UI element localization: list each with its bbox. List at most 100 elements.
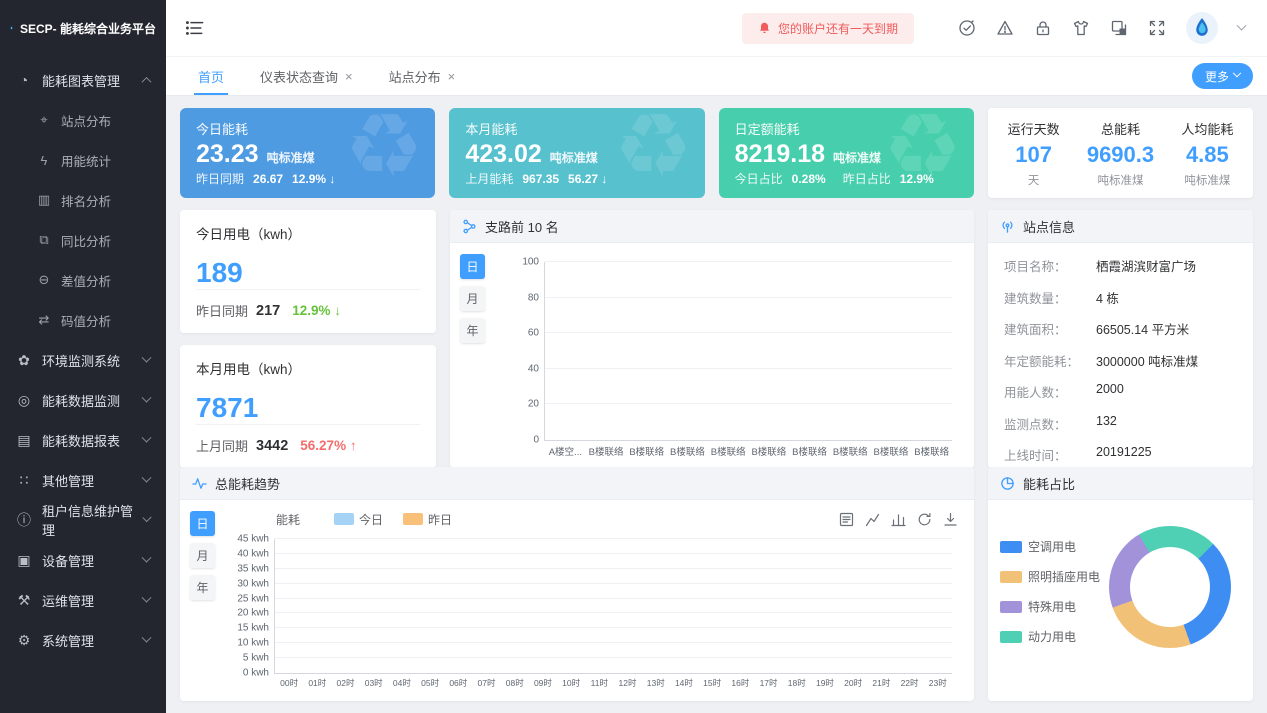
sidebar-subitem[interactable]: ⌖站点分布	[0, 100, 166, 140]
month-energy-card: ♻ 本月能耗 423.02 吨标准煤 上月能耗 967.35 56.27 ↓	[449, 108, 704, 198]
sidebar-item[interactable]: ⚙系统管理	[0, 620, 166, 660]
sidebar-item[interactable]: ⓘ租户信息维护管理	[0, 500, 166, 540]
site-info-row: 建筑数量：4 栋	[1004, 288, 1237, 307]
sidebar-item[interactable]: ✿环境监测系统	[0, 340, 166, 380]
sidebar: SECP- 能耗综合业务平台 ◔能耗图表管理⌖站点分布ϟ用能统计▥排名分析⧉同比…	[0, 0, 166, 713]
sidebar-subitem[interactable]: ⇄码值分析	[0, 300, 166, 340]
legend-swatch	[1000, 541, 1022, 553]
summary-stats-card: 运行天数 107 天 总能耗 9690.3 吨标准煤 人均能耗 4.85 吨标准…	[988, 108, 1253, 198]
x-axis-label: 04时	[388, 677, 416, 689]
toggle-年[interactable]: 年	[190, 575, 215, 600]
gear-icon: ⚙	[16, 632, 32, 649]
site-info-row: 建筑面积：66505.14 平方米	[1004, 319, 1237, 338]
chevron-down-icon	[142, 592, 152, 602]
tab-label: 站点分布	[389, 67, 441, 86]
sidebar-subitem[interactable]: ⊖差值分析	[0, 260, 166, 300]
month-power-card: 本月用电（kwh） 7871 上月同期 3442 56.27% ↑	[180, 345, 436, 468]
tab-首页[interactable]: 首页	[180, 57, 242, 95]
tab-仪表状态查询[interactable]: 仪表状态查询×	[242, 57, 371, 95]
x-axis-label: B楼联络	[667, 444, 708, 458]
x-axis-label: 10时	[557, 677, 585, 689]
card-sub-value: 967.35	[522, 172, 559, 186]
total-energy-trend-panel: 总能耗趋势 日月年 能耗 今日昨日	[180, 467, 974, 701]
copy-pages-icon[interactable]	[1110, 19, 1128, 37]
card-sub-value: 0.28%	[792, 172, 826, 186]
toolbox-line-chart-icon[interactable]	[865, 512, 880, 527]
sidebar-subitem[interactable]: ▥排名分析	[0, 180, 166, 220]
sidebar-item[interactable]: ◔能耗图表管理	[0, 60, 166, 100]
sidebar-menu: ◔能耗图表管理⌖站点分布ϟ用能统计▥排名分析⧉同比分析⊖差值分析⇄码值分析✿环境…	[0, 56, 166, 713]
sidebar-item[interactable]: ◎能耗数据监测	[0, 380, 166, 420]
toolbox-download-icon[interactable]	[943, 512, 958, 527]
more-button[interactable]: 更多	[1192, 63, 1253, 89]
warning-icon[interactable]	[996, 19, 1014, 37]
sidebar-subitem-label: 码值分析	[61, 311, 111, 330]
site-info-value: 20191225	[1096, 445, 1152, 464]
pie-icon	[1000, 476, 1015, 491]
pulse-icon	[192, 476, 207, 491]
sidebar-subitem[interactable]: ⧉同比分析	[0, 220, 166, 260]
trend-bar-chart: 0 kwh5 kwh10 kwh15 kwh20 kwh25 kwh30 kwh…	[224, 533, 962, 695]
legend-item-今日[interactable]: 今日	[334, 511, 383, 528]
pie-legend-item-特殊用电[interactable]: 特殊用电	[1000, 598, 1109, 615]
sidebar-item[interactable]: ▤能耗数据报表	[0, 420, 166, 460]
chevron-down-icon[interactable]	[1237, 20, 1247, 30]
lock-icon[interactable]	[1034, 19, 1052, 37]
site-info-value: 栖霞湖滨财富广场	[1096, 256, 1196, 275]
fullscreen-icon[interactable]	[1148, 19, 1166, 37]
topbar: 您的账户还有一天到期	[166, 0, 1267, 56]
app-logo: SECP- 能耗综合业务平台	[0, 0, 166, 56]
sidebar-item[interactable]: ∷其他管理	[0, 460, 166, 500]
card-sub-percent: 12.9% ↓	[292, 172, 335, 186]
sidebar-item[interactable]: ⚒运维管理	[0, 580, 166, 620]
site-info-label: 建筑数量：	[1004, 288, 1096, 307]
legend-item-昨日[interactable]: 昨日	[403, 511, 452, 528]
pie-legend-item-空调用电[interactable]: 空调用电	[1000, 538, 1109, 555]
tab-close-icon[interactable]: ×	[448, 70, 456, 83]
clipboard-check-icon[interactable]	[958, 19, 976, 37]
legend-swatch	[1000, 631, 1022, 643]
legend-swatch	[1000, 601, 1022, 613]
up-arrow-icon: ↑	[350, 438, 357, 453]
x-axis-label: 22时	[895, 677, 923, 689]
chevron-down-icon	[142, 512, 151, 521]
toggle-日[interactable]: 日	[190, 511, 215, 536]
toggle-年[interactable]: 年	[460, 318, 485, 343]
x-axis-label: 08时	[501, 677, 529, 689]
x-axis-label: A楼空...	[545, 444, 586, 458]
flame-logo-icon	[10, 15, 13, 41]
x-axis-label: 06时	[444, 677, 472, 689]
toolbox-bar-chart-icon[interactable]	[891, 512, 906, 527]
tab-close-icon[interactable]: ×	[345, 70, 353, 83]
toggle-月[interactable]: 月	[460, 286, 485, 311]
toggle-日[interactable]: 日	[460, 254, 485, 279]
card-unit: 吨标准煤	[267, 149, 315, 166]
site-info-value: 66505.14 平方米	[1096, 319, 1189, 338]
collapse-menu-icon[interactable]	[186, 19, 204, 37]
sidebar-subitem-label: 排名分析	[61, 191, 111, 210]
toolbox-refresh-icon[interactable]	[917, 512, 932, 527]
sidebar-item-label: 能耗数据监测	[42, 391, 120, 410]
pie-legend-item-照明插座用电[interactable]: 照明插座用电	[1000, 568, 1109, 585]
x-axis-label: B楼联络	[871, 444, 912, 458]
x-axis-label: 09时	[529, 677, 557, 689]
pie-legend-item-动力用电[interactable]: 动力用电	[1000, 628, 1109, 645]
toolbox-dataview-icon[interactable]	[839, 512, 854, 527]
sidebar-item[interactable]: ▣设备管理	[0, 540, 166, 580]
x-axis-label: B楼联络	[830, 444, 871, 458]
site-info-label: 年定额能耗：	[1004, 351, 1096, 370]
chevron-down-icon	[142, 552, 152, 562]
legend-label: 今日	[359, 511, 383, 528]
sidebar-subitem[interactable]: ϟ用能统计	[0, 140, 166, 180]
theme-tshirt-icon[interactable]	[1072, 19, 1090, 37]
legend-label: 特殊用电	[1028, 598, 1076, 615]
x-axis-label: 13时	[642, 677, 670, 689]
user-avatar[interactable]	[1186, 12, 1218, 44]
site-info-label: 项目名称：	[1004, 256, 1096, 275]
tab-站点分布[interactable]: 站点分布 ×	[371, 57, 474, 95]
legend-swatch	[403, 513, 423, 525]
chevron-up-icon	[142, 76, 152, 86]
sidebar-item-label: 环境监测系统	[42, 351, 120, 370]
toggle-月[interactable]: 月	[190, 543, 215, 568]
account-expiry-notice[interactable]: 您的账户还有一天到期	[742, 13, 914, 44]
